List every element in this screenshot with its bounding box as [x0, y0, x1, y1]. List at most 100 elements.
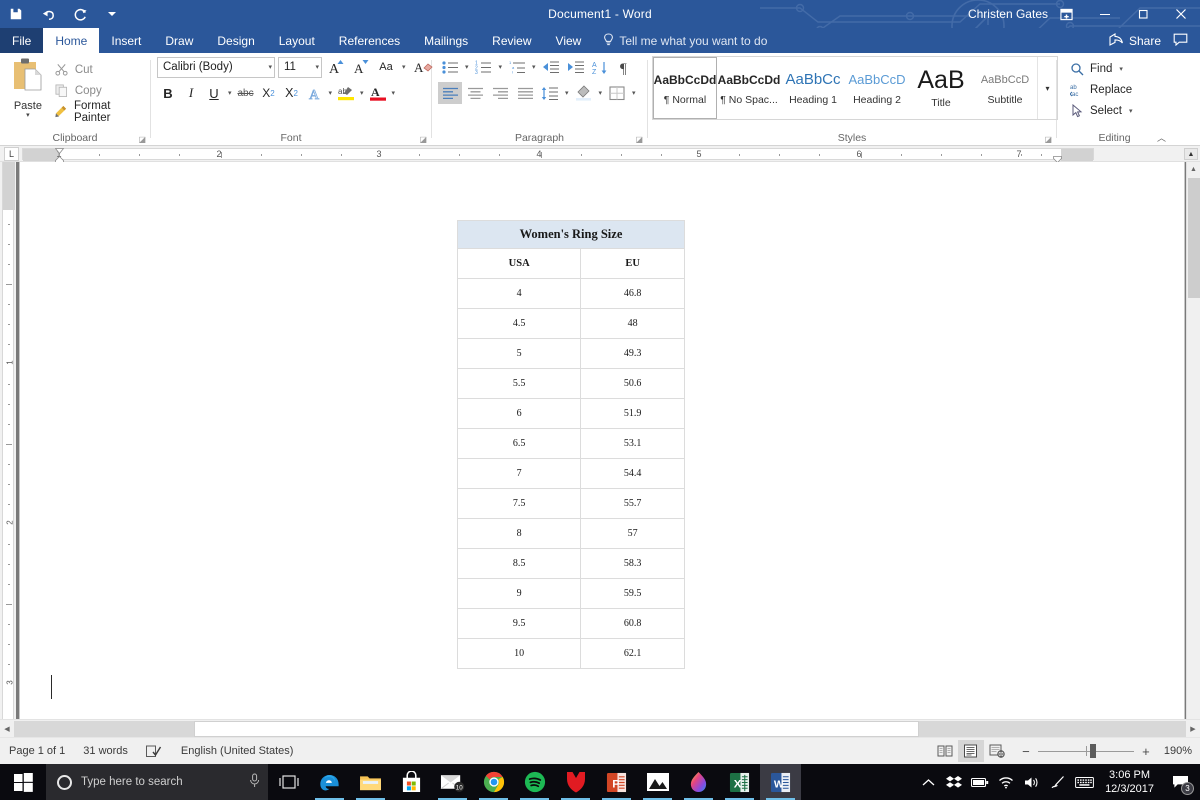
borders-caret-icon[interactable]: ▾: [630, 89, 638, 97]
styles-dialog-launcher-icon[interactable]: ◪: [1044, 135, 1052, 144]
paste-button[interactable]: Paste ▾: [6, 56, 50, 122]
tell-me-search[interactable]: Tell me what you want to do: [593, 28, 767, 53]
align-right-button[interactable]: [488, 82, 512, 104]
close-button[interactable]: [1162, 0, 1200, 28]
mail-icon[interactable]: 10: [432, 764, 473, 800]
copy-button[interactable]: Copy: [50, 80, 150, 101]
chrome-icon[interactable]: [473, 764, 514, 800]
italic-button[interactable]: I: [180, 82, 202, 104]
strikethrough-button[interactable]: abc: [235, 82, 257, 104]
text-effects-button[interactable]: A: [304, 82, 326, 104]
minimize-button[interactable]: [1086, 0, 1124, 28]
zoom-out-button[interactable]: −: [1020, 744, 1032, 759]
scroll-left-icon[interactable]: ◀: [0, 721, 14, 737]
show-formatting-marks-button[interactable]: ¶: [614, 56, 638, 78]
account-name[interactable]: Christen Gates: [968, 0, 1048, 28]
proofing-errors-icon[interactable]: [137, 738, 172, 765]
shading-caret-icon[interactable]: ▾: [597, 89, 605, 97]
vertical-scrollbar[interactable]: ▲: [1186, 162, 1200, 719]
text-highlight-color-button[interactable]: ab: [335, 82, 357, 104]
horizontal-scroll-track[interactable]: [14, 720, 1186, 737]
style-subtitle[interactable]: AaBbCcD Subtitle: [973, 57, 1037, 119]
underline-caret-icon[interactable]: ▾: [226, 89, 234, 97]
font-color-button[interactable]: A: [367, 82, 389, 104]
decrease-indent-button[interactable]: [539, 56, 563, 78]
restore-button[interactable]: [1124, 0, 1162, 28]
font-size-combo[interactable]: 11 ▾: [278, 56, 322, 78]
find-button[interactable]: Find ▾: [1065, 58, 1138, 79]
scroll-right-icon[interactable]: ▶: [1186, 721, 1200, 737]
tab-references[interactable]: References: [327, 28, 412, 53]
tab-file[interactable]: File: [0, 28, 44, 53]
multilevel-caret-icon[interactable]: ▾: [530, 63, 538, 71]
photos-icon[interactable]: [637, 764, 678, 800]
paragraph-dialog-launcher-icon[interactable]: ◪: [635, 135, 643, 144]
pen-workspace-icon[interactable]: [1045, 764, 1071, 800]
select-button[interactable]: Select ▾: [1065, 100, 1138, 121]
horizontal-ruler[interactable]: L 1 2 3 4 5 6 7 ▲: [0, 146, 1200, 163]
collapse-ribbon-icon[interactable]: ︿: [1157, 131, 1166, 144]
share-button[interactable]: Share: [1109, 32, 1161, 49]
underline-button[interactable]: U: [203, 82, 225, 104]
tab-layout[interactable]: Layout: [267, 28, 327, 53]
edge-icon[interactable]: [309, 764, 350, 800]
replace-button[interactable]: ab ac Replace: [1065, 79, 1138, 100]
document-page[interactable]: Women's Ring Size USA EU 4 46.8 4.5 48 5 49…: [20, 162, 1184, 719]
task-view-icon[interactable]: [268, 764, 309, 800]
ring-size-table[interactable]: Women's Ring Size USA EU 4 46.8 4.5 48 5 49…: [456, 220, 685, 669]
clipboard-dialog-launcher-icon[interactable]: ◪: [138, 135, 146, 144]
excel-icon[interactable]: X: [719, 764, 760, 800]
word-count[interactable]: 31 words: [74, 738, 137, 765]
style-normal[interactable]: AaBbCcDd ¶ Normal: [653, 57, 717, 119]
align-center-button[interactable]: [463, 82, 487, 104]
superscript-button[interactable]: X2: [281, 82, 303, 104]
tab-home[interactable]: Home: [43, 28, 100, 53]
vertical-ruler[interactable]: 1 2 3: [0, 162, 16, 719]
tab-view[interactable]: View: [544, 28, 594, 53]
volume-icon[interactable]: [1019, 764, 1045, 800]
shading-button[interactable]: [572, 82, 596, 104]
first-line-indent-marker[interactable]: [55, 148, 64, 154]
style-title[interactable]: AaB Title: [909, 57, 973, 119]
line-spacing-button[interactable]: [538, 82, 562, 104]
tab-stop-selector[interactable]: L: [4, 147, 19, 161]
file-explorer-icon[interactable]: [350, 764, 391, 800]
ruler-scroll-up-icon[interactable]: ▲: [1184, 148, 1198, 160]
horizontal-scrollbar[interactable]: ◀ ▶: [0, 719, 1200, 737]
style-no-spacing[interactable]: AaBbCcDd ¶ No Spac...: [717, 57, 781, 119]
mcafee-icon[interactable]: [555, 764, 596, 800]
tab-insert[interactable]: Insert: [99, 28, 153, 53]
grow-font-button[interactable]: A: [325, 56, 347, 78]
bullets-caret-icon[interactable]: ▾: [463, 63, 471, 71]
web-layout-button[interactable]: [984, 740, 1010, 762]
style-heading-1[interactable]: AaBbCc Heading 1: [781, 57, 845, 119]
zoom-level[interactable]: 190%: [1158, 745, 1192, 757]
format-painter-button[interactable]: Format Painter: [50, 100, 150, 124]
change-case-button[interactable]: Aa: [375, 56, 397, 78]
increase-indent-button[interactable]: [564, 56, 588, 78]
taskbar-clock[interactable]: 3:06 PM 12/3/2017: [1097, 768, 1164, 796]
notifications-button[interactable]: 3: [1164, 764, 1196, 800]
style-heading-2[interactable]: AaBbCcD Heading 2: [845, 57, 909, 119]
tab-review[interactable]: Review: [480, 28, 543, 53]
zoom-in-button[interactable]: +: [1140, 744, 1152, 759]
tab-draw[interactable]: Draw: [153, 28, 205, 53]
subscript-button[interactable]: X2: [258, 82, 280, 104]
ribbon-display-options-icon[interactable]: [1046, 0, 1086, 28]
change-case-caret-icon[interactable]: ▾: [400, 63, 408, 71]
font-dialog-launcher-icon[interactable]: ◪: [419, 135, 427, 144]
page-count[interactable]: Page 1 of 1: [0, 738, 74, 765]
search-box[interactable]: Type here to search: [46, 764, 268, 800]
touch-keyboard-icon[interactable]: [1071, 764, 1097, 800]
shrink-font-button[interactable]: A: [350, 56, 372, 78]
bold-button[interactable]: B: [157, 82, 179, 104]
select-caret-icon[interactable]: ▾: [1127, 107, 1135, 115]
text-effects-caret-icon[interactable]: ▾: [327, 89, 335, 97]
styles-more-icon[interactable]: ▾: [1037, 57, 1057, 119]
paste-dropdown-caret-icon[interactable]: ▾: [26, 112, 30, 119]
font-color-caret-icon[interactable]: ▾: [390, 89, 398, 97]
scroll-up-icon[interactable]: ▲: [1187, 162, 1200, 176]
dropbox-icon[interactable]: [941, 764, 967, 800]
zoom-slider-thumb[interactable]: [1089, 744, 1096, 758]
paint3d-icon[interactable]: [678, 764, 719, 800]
